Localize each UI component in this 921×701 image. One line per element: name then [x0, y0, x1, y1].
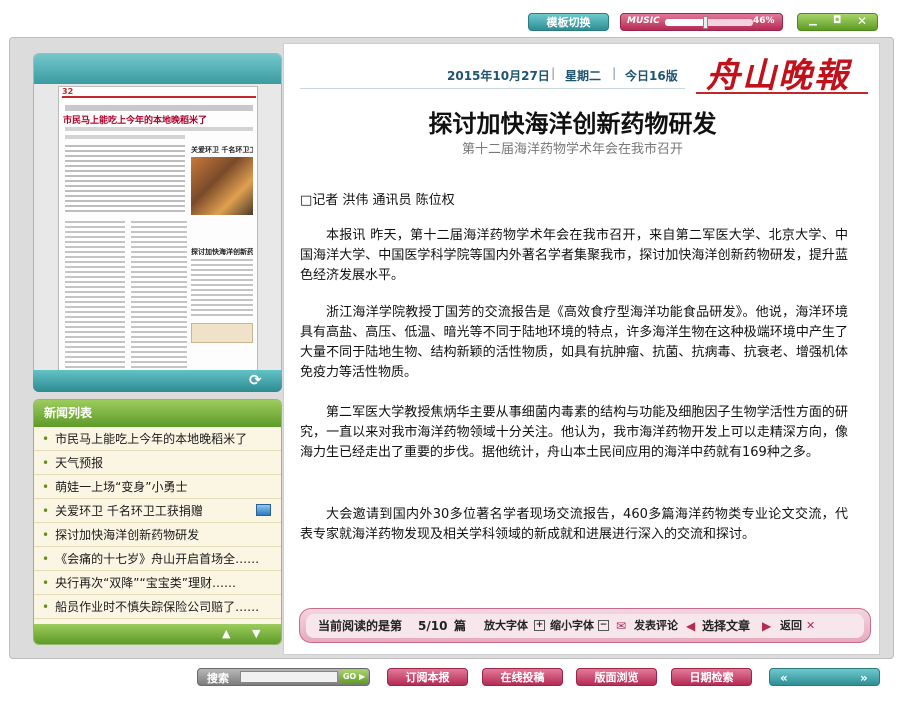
list-item[interactable]: • 央行再次“双降”“宝宝类”理财……	[34, 571, 281, 595]
bigger-font-button[interactable]: 放大字体	[484, 614, 528, 638]
scroll-down-icon[interactable]: ▼	[252, 627, 260, 640]
volume-value: 46%	[753, 16, 775, 26]
thumb-headline-3: 探讨加快海洋创新药物研发	[191, 248, 253, 255]
image-icon	[256, 504, 271, 516]
volume-handle[interactable]	[703, 16, 709, 29]
next-page-icon[interactable]: »	[860, 669, 868, 687]
comment-button[interactable]: 发表评论	[634, 614, 678, 638]
bigger-font-icon[interactable]: +	[534, 620, 545, 631]
list-item[interactable]: • 《会痛的十七岁》舟山开启首场全……	[34, 547, 281, 571]
thumbnail-header	[34, 54, 281, 84]
issue-weekday: 星期二	[565, 69, 602, 83]
comment-icon[interactable]: ✉	[616, 614, 626, 638]
list-item[interactable]: • 市民马上能吃上今年的本地晚稻米了	[34, 427, 281, 451]
issue-date: 2015年10月27日	[447, 69, 550, 83]
page-thumbnail-panel: 32 市民马上能吃上今年的本地晚稻米了 关爱环卫 千名环卫工获捐赠 探讨加快海洋…	[33, 53, 282, 391]
volume-fill	[665, 19, 706, 26]
smaller-font-icon[interactable]: −	[598, 620, 609, 631]
article-subtitle: 第十二届海洋药物学术年会在我市召开	[461, 142, 683, 157]
maximize-icon[interactable]: ◘	[833, 15, 841, 26]
article-paragraph: 浙江海洋学院教授丁国芳的交流报告是《高效食疗型海洋功能食品研发》。他说，海洋环境…	[300, 305, 848, 380]
window-controls: ▁ ◘ ✕	[797, 13, 878, 31]
issue-edition: 今日16版	[625, 69, 678, 83]
masthead-rule	[300, 88, 685, 89]
search-input[interactable]	[240, 671, 338, 683]
reading-position-label: 当前阅读的是第	[318, 619, 403, 633]
minimize-icon[interactable]: ▁	[809, 15, 817, 26]
music-player: MUSIC 46%	[620, 13, 783, 31]
back-button[interactable]: 返回	[780, 614, 802, 638]
smaller-font-button[interactable]: 缩小字体	[550, 614, 594, 638]
newspaper-logo: 舟山晚報	[696, 44, 868, 96]
submit-article-button[interactable]: 在线投稿	[482, 668, 563, 686]
article-paragraph: 第二军医大学教授焦炳华主要从事细菌内毒素的结构与功能及细胞因子生物学活性方面的研…	[300, 405, 848, 460]
list-item[interactable]: • 天气预报	[34, 451, 281, 475]
list-item[interactable]: • 船员作业时不慎失踪保险公司赔了……	[34, 595, 281, 619]
previous-page-icon[interactable]: «	[780, 669, 788, 687]
template-switch-button[interactable]: 模板切换	[528, 13, 609, 31]
chevron-right-icon[interactable]: ▶	[762, 614, 771, 638]
scroll-up-icon[interactable]: ▲	[222, 627, 230, 640]
thumb-page-number: 32	[62, 87, 74, 96]
search-bar: 搜索 GO ▶	[197, 668, 370, 686]
thumb-headline-2: 关爱环卫 千名环卫工获捐赠	[191, 146, 253, 153]
article-paragraph: 本报讯 昨天，第十二届海洋药物学术年会在我市召开，来自第二军医大学、北京大学、中…	[300, 228, 848, 283]
list-item[interactable]: • 关爱环卫 千名环卫工获捐赠	[34, 499, 281, 523]
chevron-left-icon[interactable]: ◀	[686, 614, 695, 638]
close-icon[interactable]: ✕	[857, 14, 867, 28]
volume-slider[interactable]	[665, 16, 753, 29]
reading-position: 5/10	[418, 619, 448, 633]
search-label: 搜索	[207, 672, 229, 685]
list-item[interactable]: • 探讨加快海洋创新药物研发	[34, 523, 281, 547]
search-go-button[interactable]: GO ▶	[340, 670, 368, 684]
page-nav-bar: « »	[769, 668, 880, 686]
thumb-headline-1: 市民马上能吃上今年的本地晚稻米了	[63, 116, 208, 126]
subscribe-button[interactable]: 订阅本报	[387, 668, 468, 686]
select-article-button[interactable]: 选择文章	[702, 614, 750, 638]
music-label: MUSIC	[627, 16, 660, 26]
browse-pages-button[interactable]: 版面浏览	[576, 668, 657, 686]
reading-toolbar: 当前阅读的是第 5/10 篇 放大字体 + 缩小字体 − ✉ 发表评论 ◀ 选择…	[299, 608, 871, 643]
date-search-button[interactable]: 日期检索	[671, 668, 752, 686]
back-close-icon[interactable]: ✕	[806, 614, 815, 638]
news-list-footer: ▲ ▼	[34, 624, 281, 644]
article-title: 探讨加快海洋创新药物研发	[428, 109, 717, 138]
page-thumbnail[interactable]: 32 市民马上能吃上今年的本地晚稻米了 关爱环卫 千名环卫工获捐赠 探讨加快海洋…	[58, 86, 258, 390]
article-byline: □记者 洪伟 通讯员 陈位权	[300, 193, 455, 208]
thumbnail-toolbar: ⟳	[33, 370, 282, 392]
list-item[interactable]: • 萌娃一上场“变身”小勇士	[34, 475, 281, 499]
news-list-panel: 新闻列表 • 市民马上能吃上今年的本地晚稻米了 • 天气预报 • 萌娃一上场“变身”小…	[33, 399, 282, 645]
refresh-icon[interactable]: ⟳	[249, 371, 262, 389]
news-list-header: 新闻列表	[34, 400, 281, 427]
article-paragraph: 大会邀请到国内外30多位著名学者现场交流报告，460多篇海洋药物类专业论文交流，…	[300, 507, 848, 542]
reading-position-unit: 篇	[454, 619, 467, 633]
